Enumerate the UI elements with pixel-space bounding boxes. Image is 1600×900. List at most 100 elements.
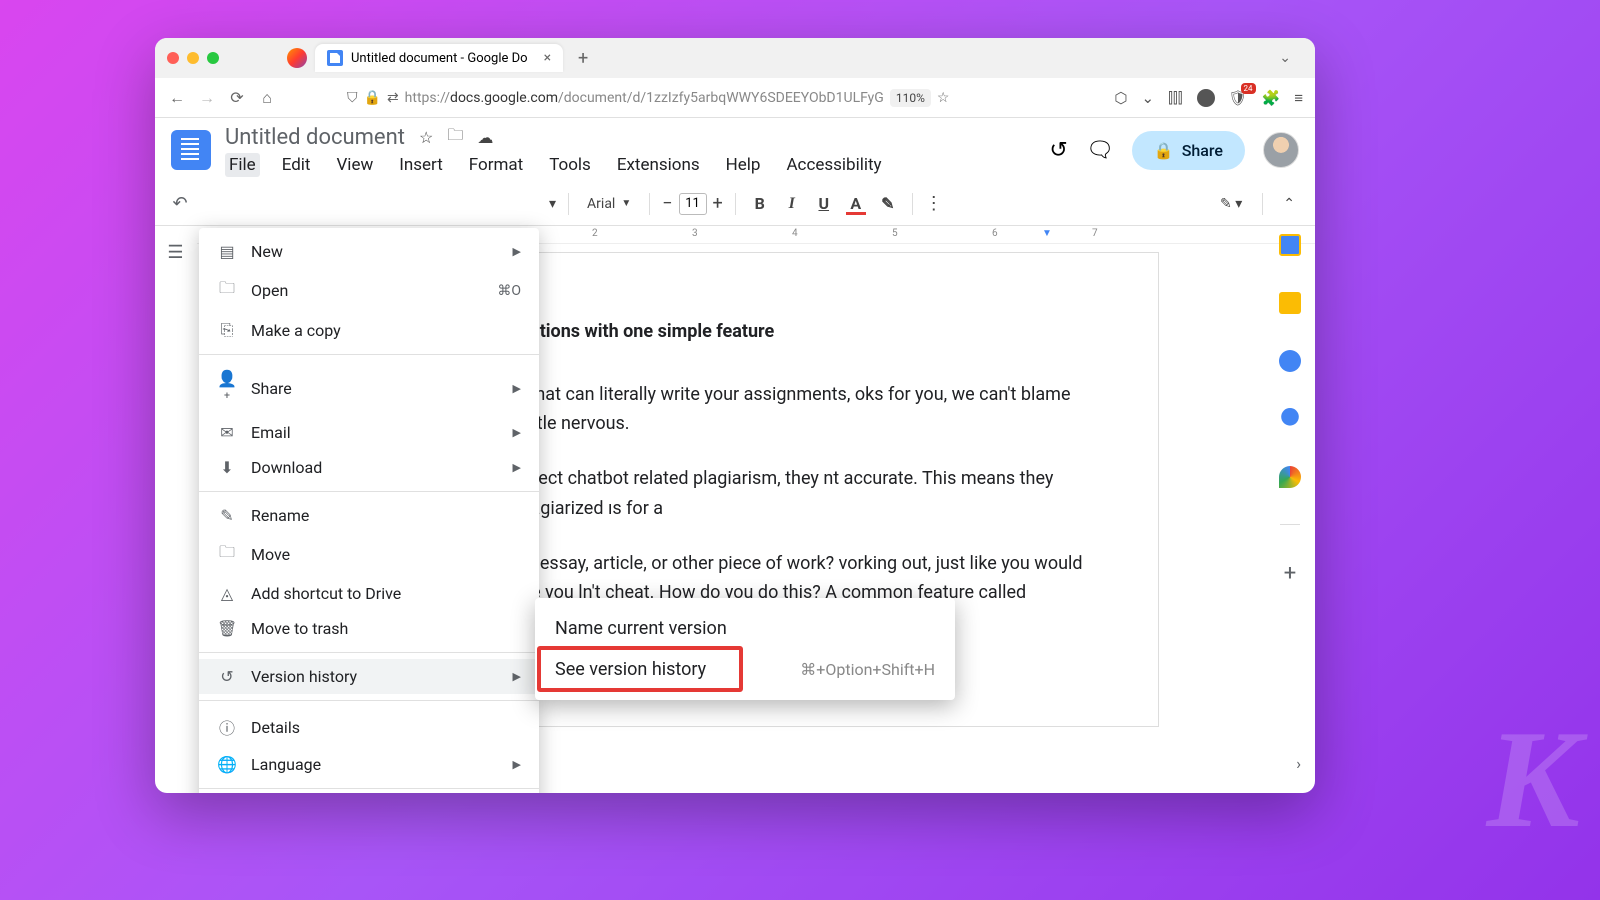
cloud-status-icon[interactable]: ☁ bbox=[477, 128, 493, 147]
new-tab-button[interactable]: + bbox=[571, 46, 595, 70]
menu-insert[interactable]: Insert bbox=[395, 153, 447, 177]
menu-item-open[interactable]: 🗀Open⌘O bbox=[199, 269, 539, 312]
page-icon: ▤ bbox=[217, 242, 237, 261]
folder-icon: 🗀 bbox=[217, 277, 237, 304]
menu-item-add-shortcut[interactable]: ◬Add shortcut to Drive bbox=[199, 576, 539, 611]
library-icon[interactable]: ⫿⫿⫿ bbox=[1168, 89, 1182, 107]
format-toolbar: ↶ ▾ Arial ▼ − + B I U A ✎ ⋮ ✎ ▾ ⌃ bbox=[155, 182, 1315, 226]
back-button[interactable]: ← bbox=[167, 88, 187, 108]
submenu-name-current-version[interactable]: Name current version bbox=[535, 608, 955, 649]
menu-item-trash[interactable]: 🗑Move to trash bbox=[199, 611, 539, 646]
zoom-badge[interactable]: 110% bbox=[890, 89, 931, 107]
submenu-see-version-history[interactable]: See version history ⌘+Option+Shift+H bbox=[535, 649, 955, 690]
calendar-icon[interactable] bbox=[1279, 234, 1301, 256]
menu-item-move[interactable]: 🗀Move bbox=[199, 533, 539, 576]
menu-item-download[interactable]: ⬇Download▶ bbox=[199, 450, 539, 485]
contacts-icon[interactable] bbox=[1279, 408, 1301, 430]
account-icon[interactable] bbox=[1197, 89, 1215, 107]
menu-accessibility[interactable]: Accessibility bbox=[782, 153, 885, 177]
copy-icon: ⎘ bbox=[217, 320, 237, 340]
menu-item-new[interactable]: ▤New▶ bbox=[199, 234, 539, 269]
keep-icon[interactable] bbox=[1279, 292, 1301, 314]
extensions-icon[interactable]: 🧩 bbox=[1262, 89, 1281, 107]
menu-icon[interactable]: ≡ bbox=[1294, 89, 1303, 107]
font-name: Arial bbox=[587, 196, 615, 212]
menu-file[interactable]: File bbox=[225, 153, 260, 177]
bookmark-star-icon[interactable]: ☆ bbox=[937, 90, 950, 106]
submenu-arrow-icon: ▶ bbox=[513, 670, 521, 683]
info-icon: ⓘ bbox=[217, 715, 237, 739]
submenu-arrow-icon: ▶ bbox=[513, 245, 521, 258]
firefox-icon bbox=[287, 48, 307, 68]
undo-button[interactable]: ↶ bbox=[167, 193, 193, 214]
menu-item-make-copy[interactable]: ⎘Make a copy bbox=[199, 312, 539, 348]
more-tools-icon[interactable]: ⋮ bbox=[925, 193, 943, 214]
docs-logo-icon[interactable] bbox=[171, 130, 211, 170]
maps-icon[interactable] bbox=[1279, 466, 1301, 488]
menu-item-email[interactable]: ✉Email▶ bbox=[199, 415, 539, 450]
nav-bar: ← → ⟳ ⌂ ⛉ 🔒 ⇄ https://docs.google.com/do… bbox=[155, 78, 1315, 118]
shield-icon: ⛉ bbox=[347, 90, 358, 106]
version-history-submenu: Name current version See version history… bbox=[535, 598, 955, 700]
menu-item-version-history[interactable]: ↺Version history▶ bbox=[199, 659, 539, 694]
menu-help[interactable]: Help bbox=[722, 153, 765, 177]
menu-view[interactable]: View bbox=[332, 153, 377, 177]
font-size-increase[interactable]: + bbox=[713, 193, 723, 214]
menu-item-details[interactable]: ⓘDetails bbox=[199, 707, 539, 747]
minimize-window-icon[interactable] bbox=[187, 52, 199, 64]
style-dropdown-chevron-icon[interactable]: ▾ bbox=[549, 196, 556, 212]
home-button[interactable]: ⌂ bbox=[257, 88, 277, 108]
browser-tab[interactable]: Untitled document - Google Do × bbox=[315, 44, 563, 72]
menu-item-rename[interactable]: ✎Rename bbox=[199, 498, 539, 533]
tasks-icon[interactable] bbox=[1279, 350, 1301, 372]
docs-favicon-icon bbox=[327, 50, 343, 66]
move-icon: 🗀 bbox=[217, 541, 237, 568]
side-panel-toggle[interactable]: › bbox=[1296, 754, 1301, 773]
maximize-window-icon[interactable] bbox=[207, 52, 219, 64]
menu-item-language[interactable]: 🌐Language▶ bbox=[199, 747, 539, 782]
menu-format[interactable]: Format bbox=[465, 153, 527, 177]
lock-icon: 🔒 bbox=[1154, 141, 1174, 160]
download-icon: ⬇ bbox=[217, 458, 237, 477]
close-window-icon[interactable] bbox=[167, 52, 179, 64]
collapse-toolbar-icon[interactable]: ⌃ bbox=[1283, 196, 1295, 212]
pocket-icon[interactable]: ⌄ bbox=[1142, 89, 1155, 107]
star-icon[interactable]: ☆ bbox=[419, 128, 433, 147]
menu-tools[interactable]: Tools bbox=[545, 153, 595, 177]
menubar: File Edit View Insert Format Tools Exten… bbox=[225, 153, 1035, 177]
text-color-button[interactable]: A bbox=[844, 194, 868, 213]
share-button[interactable]: 🔒 Share bbox=[1132, 131, 1245, 170]
reload-button[interactable]: ⟳ bbox=[227, 88, 247, 107]
font-size-input[interactable] bbox=[679, 193, 707, 215]
document-title[interactable]: Untitled document bbox=[225, 125, 405, 150]
indent-marker-icon[interactable]: ▼ bbox=[1042, 228, 1052, 239]
drive-shortcut-icon: ◬ bbox=[217, 584, 237, 603]
watermark: K bbox=[1487, 699, 1580, 860]
menu-item-share[interactable]: 👤⁺Share▶ bbox=[199, 361, 539, 415]
url-path: /document/d/1zzIzfy5arbqWWY6SDEEYObD1ULF… bbox=[558, 90, 884, 106]
font-select[interactable]: Arial ▼ bbox=[581, 196, 637, 212]
add-addon-icon[interactable]: + bbox=[1284, 561, 1296, 586]
close-tab-icon[interactable]: × bbox=[544, 50, 551, 66]
bold-button[interactable]: B bbox=[748, 194, 772, 213]
menu-edit[interactable]: Edit bbox=[278, 153, 315, 177]
underline-button[interactable]: U bbox=[812, 194, 836, 213]
extension-badge-icon[interactable]: 🛡 bbox=[1229, 89, 1248, 107]
italic-button[interactable]: I bbox=[780, 195, 804, 213]
tabs-overflow-icon[interactable]: ⌄ bbox=[1279, 50, 1303, 66]
editing-mode-icon[interactable]: ✎ ▾ bbox=[1220, 196, 1242, 212]
submenu-arrow-icon: ▶ bbox=[513, 382, 521, 395]
submenu-arrow-icon: ▶ bbox=[513, 426, 521, 439]
history-icon: ↺ bbox=[217, 667, 237, 686]
save-pocket-icon[interactable]: ⬡ bbox=[1114, 89, 1127, 107]
move-folder-icon[interactable]: 🗀 bbox=[447, 124, 463, 151]
outline-toggle[interactable]: ☰ bbox=[155, 226, 197, 793]
url-bar[interactable]: ⛉ 🔒 ⇄ https://docs.google.com/document/d… bbox=[347, 89, 1064, 107]
history-icon[interactable]: ↺ bbox=[1049, 138, 1067, 163]
user-avatar[interactable] bbox=[1263, 132, 1299, 168]
comments-icon[interactable]: 🗨 bbox=[1086, 138, 1114, 163]
font-size-decrease[interactable]: − bbox=[662, 193, 672, 214]
forward-button[interactable]: → bbox=[197, 88, 217, 108]
menu-extensions[interactable]: Extensions bbox=[613, 153, 704, 177]
highlight-button[interactable]: ✎ bbox=[876, 194, 900, 213]
